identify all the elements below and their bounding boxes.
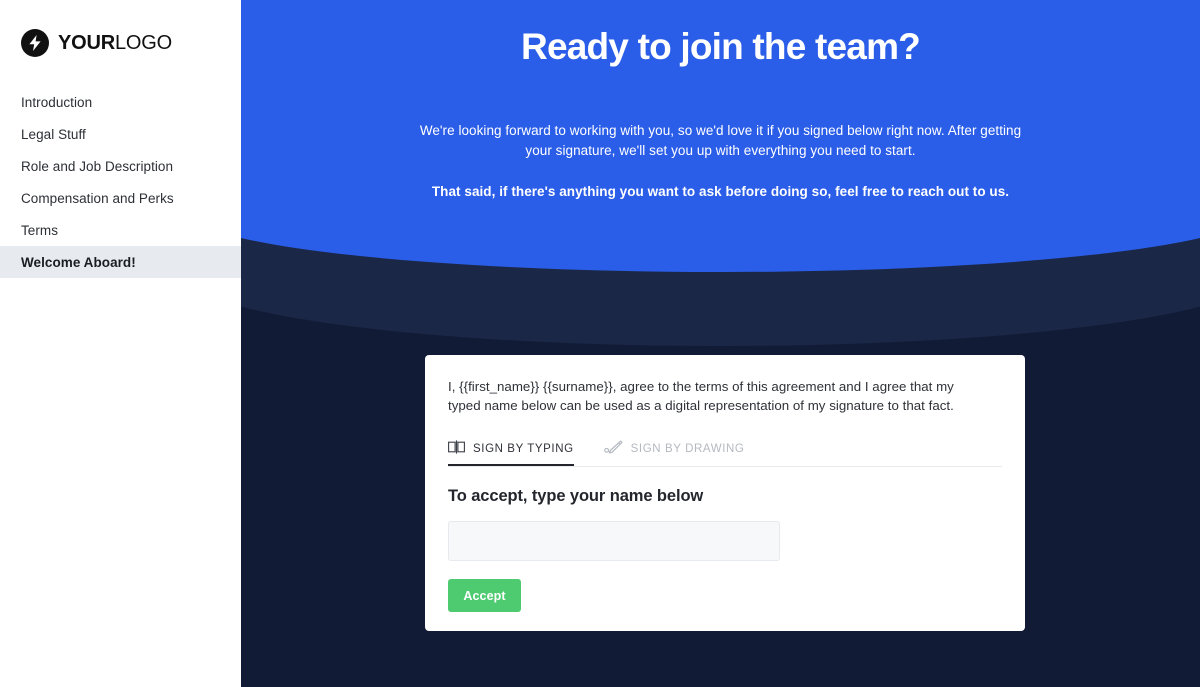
hero-description-strong: That said, if there's anything you want … [431, 183, 1010, 199]
brand-name-light: LOGO [114, 32, 172, 54]
sidebar-item-label: Terms [21, 222, 58, 238]
tab-label: SIGN BY TYPING [473, 443, 574, 455]
signature-mode-tabs: SIGN BY TYPING SIGN BY DRAWING [448, 437, 1002, 467]
tab-label: SIGN BY DRAWING [630, 443, 745, 455]
sidebar-item-role-and-job-description[interactable]: Role and Job Description [0, 150, 241, 182]
sidebar-item-label: Role and Job Description [21, 158, 174, 174]
brand-name: YOURLOGO [58, 33, 172, 53]
signature-name-input[interactable] [448, 521, 780, 561]
lightning-bolt-icon [21, 29, 49, 57]
pen-signature-icon [603, 440, 623, 459]
hero-inner: Ready to join the team? We're looking fo… [241, 0, 1200, 272]
sidebar-item-legal-stuff[interactable]: Legal Stuff [0, 118, 241, 150]
sidebar-item-introduction[interactable]: Introduction [0, 86, 241, 118]
sidebar-item-terms[interactable]: Terms [0, 214, 241, 246]
sidebar-item-label: Welcome Aboard! [21, 254, 136, 270]
sidebar-item-label: Legal Stuff [21, 126, 86, 142]
sidebar: YOURLOGO Introduction Legal Stuff Role a… [0, 0, 241, 687]
sidebar-item-compensation-and-perks[interactable]: Compensation and Perks [0, 182, 241, 214]
sidebar-nav: Introduction Legal Stuff Role and Job De… [0, 86, 241, 278]
signature-card: I, {{first_name}} {{surname}}, agree to … [425, 355, 1025, 631]
tab-sign-by-typing[interactable]: SIGN BY TYPING [448, 437, 574, 466]
brand-name-bold: YOUR [58, 32, 115, 54]
tab-sign-by-drawing[interactable]: SIGN BY DRAWING [603, 437, 745, 466]
keyboard-icon [448, 439, 465, 459]
sidebar-item-label: Introduction [21, 94, 93, 110]
page-title: Ready to join the team? [521, 26, 921, 67]
sidebar-item-welcome-aboard[interactable]: Welcome Aboard! [0, 246, 241, 278]
brand-logo[interactable]: YOURLOGO [0, 0, 241, 57]
accept-heading: To accept, type your name below [448, 487, 704, 505]
sidebar-item-label: Compensation and Perks [21, 190, 174, 206]
signature-page: YOURLOGO Introduction Legal Stuff Role a… [0, 0, 1200, 687]
main-content: Ready to join the team? We're looking fo… [241, 0, 1200, 687]
consent-text: I, {{first_name}} {{surname}}, agree to … [448, 379, 954, 413]
accept-button[interactable]: Accept [448, 579, 521, 612]
hero-banner: Ready to join the team? We're looking fo… [241, 0, 1200, 272]
hero-description: We're looking forward to working with yo… [419, 122, 1022, 158]
